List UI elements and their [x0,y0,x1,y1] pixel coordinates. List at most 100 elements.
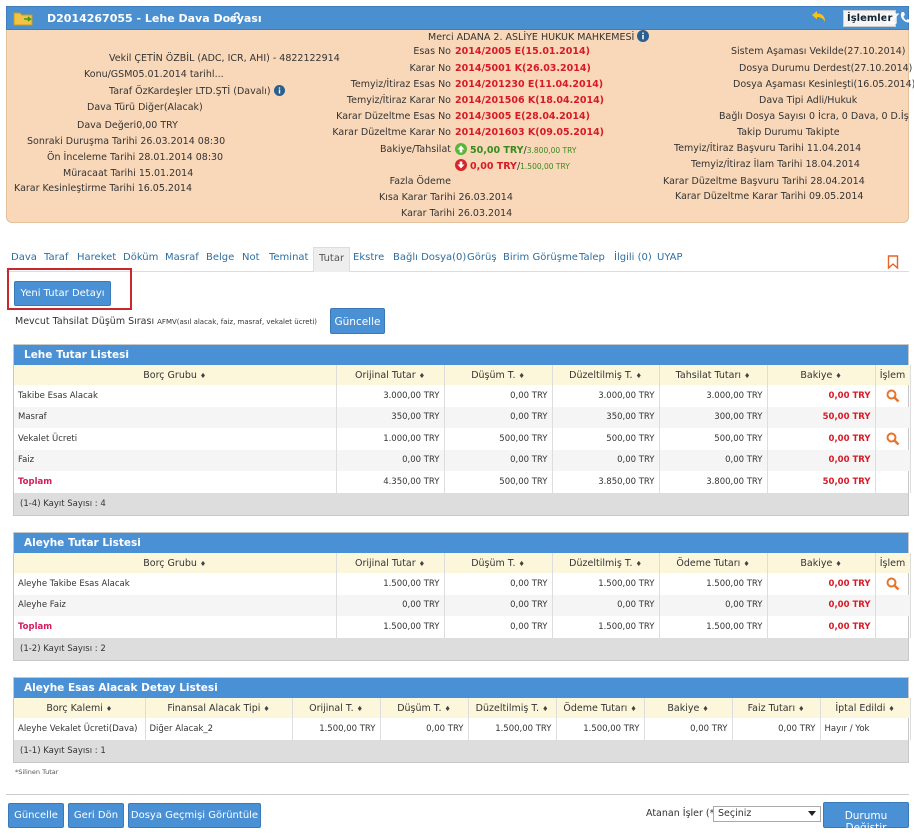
record-count: (1-4) Kayıt Sayısı : 4 [14,492,908,515]
lehe-tutar-panel: Lehe Tutar Listesi Borç Grubu ♦ Orijinal… [13,344,911,516]
tab-bar: Dava Taraf Hareket Döküm Masraf Belge No… [6,244,909,272]
col-header[interactable]: Düşüm T. ♦ [380,698,469,718]
col-header[interactable]: Düşüm T. ♦ [444,553,553,573]
temyiz-basvuru-row: Temyiz/İtiraz Başvuru Tarihi 11.04.2014 [674,143,862,154]
col-header: İşlem [875,365,911,385]
col-header[interactable]: Borç Grubu ♦ [14,365,337,385]
atanan-isler-label: Atanan İşler (*) [646,808,719,819]
col-header[interactable]: İptal Edildi ♦ [820,698,911,718]
search-icon[interactable] [886,432,900,446]
col-header[interactable]: Orijinal Tutar ♦ [336,365,445,385]
durumu-degistir-button[interactable]: Durumu Değiştir [823,802,909,834]
karar-no-label: Karar No [409,63,451,74]
takip-durumu-row: Takip Durumu Takipte [737,127,840,138]
lehe-panel-title: Lehe Tutar Listesi [14,345,908,365]
tab-tutar[interactable]: Tutar [313,247,351,272]
geri-don-button[interactable]: Geri Dön [68,803,124,828]
col-header[interactable]: Borç Grubu ♦ [14,553,337,573]
temyiz-ilam-row: Temyiz/İtiraz İlam Tarihi 18.04.2014 [691,159,860,170]
col-header[interactable]: Ödeme Tutarı ♦ [659,553,768,573]
tab-belge[interactable]: Belge [201,247,239,272]
tab-ilgili[interactable]: İlgili (0) [609,247,657,272]
tab-ekstre[interactable]: Ekstre [348,247,389,272]
guncelle-sira-button[interactable]: Güncelle [330,308,385,334]
col-header: İşlem [875,553,911,573]
search-icon[interactable] [886,389,900,403]
aleyhe-esas-alacak-detay-panel: Aleyhe Esas Alacak Detay Listesi Borç Ka… [13,677,911,763]
dosya-asamasi-row: Dosya Aşaması Kesinleşti(16.05.2014) [733,79,914,90]
tahsilat-dusum-sirasi: Mevcut Tahsilat Düşüm Sırası AFMV(asıl a… [15,316,318,327]
link-icon[interactable] [229,11,241,23]
tab-not[interactable]: Not [237,247,265,272]
bakiye-label: Bakiye/Tahsilat [380,144,451,155]
temyiz-esas-label: Temyiz/İtiraz Esas No [350,79,451,90]
total-row: Toplam 1.500,00 TRY 0,00 TRY 1.500,00 TRY 1.… [14,616,911,638]
aleyhe-panel-title: Aleyhe Tutar Listesi [14,533,908,553]
tab-talep[interactable]: Talep [574,247,610,272]
col-header[interactable]: Orijinal Tutar ♦ [336,553,445,573]
edit-icon[interactable] [886,11,900,24]
col-header[interactable]: Düşüm T. ♦ [444,365,553,385]
table-row: Faiz 0,00 TRY 0,00 TRY 0,00 TRY 0,00 TRY 0,00… [14,449,911,471]
silinen-note: *Silinen Tutar [15,768,59,776]
temyiz-karar-value: 2014/201506 K(18.04.2014) [455,95,605,106]
karar-tarihi-row: Karar Tarihi 26.03.2014 [401,208,513,219]
bagli-dosya-row: Bağlı Dosya Sayısı 0 İcra, 0 Dava, 0 D.İ… [719,111,909,122]
kd-karar-value: 2014/201603 K(09.05.2014) [455,127,605,138]
dosya-gecmisi-button[interactable]: Dosya Geçmişi Görüntüle [128,803,261,828]
col-header[interactable]: Tahsilat Tutarı ♦ [659,365,768,385]
yeni-tutar-detayi-button[interactable]: Yeni Tutar Detayı [14,281,111,306]
kd-karar-label: Karar Düzeltme Karar No [332,127,451,138]
record-count: (1-1) Kayıt Sayısı : 1 [14,739,908,762]
col-header[interactable]: Düzeltilmiş T. ♦ [552,365,660,385]
tab-uyap[interactable]: UYAP [652,247,688,272]
phone-icon[interactable] [900,11,910,24]
arrow-up-icon [455,143,467,155]
tab-teminat[interactable]: Teminat [264,247,313,272]
col-header[interactable]: Bakiye ♦ [767,553,876,573]
undo-icon[interactable] [810,9,828,25]
tab-birim-gorusme[interactable]: Birim Görüşme [498,247,583,272]
esas-no-value: 2014/2005 E(15.01.2014) [455,46,590,57]
konu-row: Konu/GSM05.01.2014 tarihl... [84,69,224,80]
tab-masraf[interactable]: Masraf [160,247,204,272]
table-row: Vekalet Ücreti 1.000,00 TRY 500,00 TRY 500,… [14,428,911,450]
atanan-isler-select[interactable]: Seçiniz [713,806,821,822]
muracaat-row: Müracaat Tarihi 15.01.2014 [63,168,194,179]
bakiye-aleyhe: 0,00 TRY/1.500,00 TRY [455,159,570,172]
vekil-row: Vekil ÇETİN ÖZBİL (ADC, ICR, AHI) - 4822… [109,53,340,64]
fazla-odeme-label: Fazla Ödeme [389,176,451,187]
dava-turu-row: Dava Türü Diğer(Alacak) [87,102,203,113]
guncelle-button[interactable]: Güncelle [8,803,64,828]
search-icon[interactable] [886,577,900,591]
kd-esas-label: Karar Düzeltme Esas No [336,111,451,122]
table-row: Takibe Esas Alacak 3.000,00 TRY 0,00 TRY 3.… [14,385,911,407]
arrow-down-icon [455,159,467,171]
col-header[interactable]: Ödeme Tutarı ♦ [556,698,645,718]
folder-icon [13,12,33,26]
taraf-row: Taraf ÖzKardeşler LTD.ŞTİ (Davalı) [109,85,285,97]
tab-bagli-dosya[interactable]: Bağlı Dosya(0) [388,247,471,272]
bookmark-icon[interactable] [887,255,899,269]
col-header[interactable]: Finansal Alacak Tipi ♦ [145,698,293,718]
tab-gorus[interactable]: Görüş [462,247,502,272]
col-header[interactable]: Borç Kalemi ♦ [14,698,146,718]
col-header[interactable]: Orijinal T. ♦ [292,698,381,718]
dava-degeri-row: Dava Değeri0,00 TRY [77,120,178,131]
sonraki-durusma-row: Sonraki Duruşma Tarihi 26.03.2014 08:30 [27,136,226,147]
col-header[interactable]: Bakiye ♦ [644,698,733,718]
info-icon[interactable] [637,30,650,42]
temyiz-esas-value: 2014/201230 E(11.04.2014) [455,79,604,90]
karar-no-value: 2014/5001 K(26.03.2014) [455,63,591,74]
kisa-karar-row: Kısa Karar Tarihi 26.03.2014 [379,192,513,203]
col-header[interactable]: Bakiye ♦ [767,365,876,385]
detay-panel-title: Aleyhe Esas Alacak Detay Listesi [14,678,908,698]
col-header[interactable]: Faiz Tutarı ♦ [732,698,821,718]
temyiz-karar-label: Temyiz/İtiraz Karar No [346,95,451,106]
esas-no-label: Esas No [413,46,451,57]
info-icon[interactable] [273,85,285,96]
page-header: D2014267055 - Lehe Dava Dosyası İşlemler [6,6,910,30]
col-header[interactable]: Düzeltilmiş T. ♦ [552,553,660,573]
col-header[interactable]: Düzeltilmiş T. ♦ [468,698,557,718]
on-inceleme-row: Ön İnceleme Tarihi 28.01.2014 08:30 [47,152,224,163]
